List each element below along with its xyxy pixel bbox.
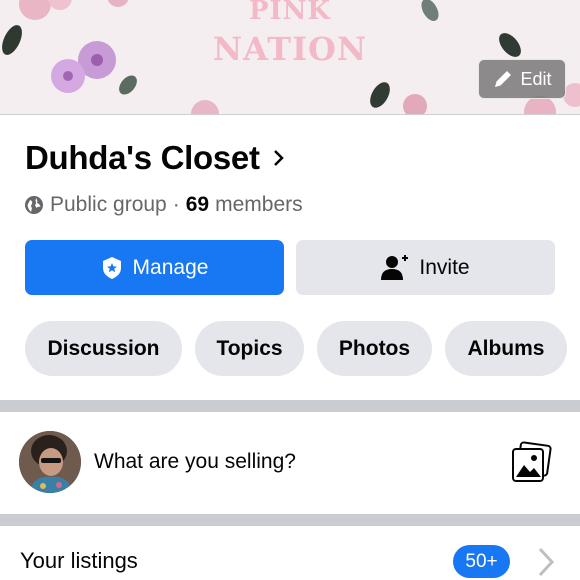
group-name: Duhda's Closet — [25, 139, 260, 176]
avatar[interactable] — [19, 431, 81, 493]
tab-albums[interactable]: Albums — [445, 321, 567, 376]
add-person-icon — [381, 254, 409, 280]
section-divider — [0, 514, 580, 526]
group-title[interactable]: Duhda's Closet — [25, 139, 286, 177]
manage-label: Manage — [132, 255, 209, 279]
cover-text-line2: NATION — [212, 30, 368, 68]
user-photo — [19, 431, 81, 493]
tab-discussion[interactable]: Discussion — [25, 321, 182, 376]
manage-button[interactable]: Manage — [25, 240, 284, 295]
group-cover-photo[interactable]: PINK NATION Edit — [0, 0, 580, 115]
tab-label: Topics — [216, 336, 283, 360]
tab-label: Albums — [467, 336, 545, 360]
tab-topics[interactable]: Topics — [195, 321, 304, 376]
tab-label: Photos — [338, 336, 411, 360]
section-divider — [0, 400, 580, 412]
invite-label: Invite — [419, 255, 470, 279]
members-label: members — [215, 193, 303, 216]
privacy-label: Public group — [50, 193, 167, 216]
your-listings-label[interactable]: Your listings — [20, 548, 138, 574]
tab-photos[interactable]: Photos — [317, 321, 432, 376]
group-meta: Public group · 69 members — [24, 193, 303, 217]
globe-icon — [25, 196, 43, 214]
edit-cover-label: Edit — [520, 68, 552, 89]
cover-text-line1: PINK — [248, 0, 332, 26]
member-count: 69 — [185, 193, 210, 216]
photo-icon[interactable] — [510, 441, 552, 483]
edit-cover-button[interactable]: Edit — [478, 59, 566, 99]
tab-label: Discussion — [47, 336, 160, 360]
meta-separator: · — [172, 193, 180, 216]
chevron-right-icon[interactable] — [536, 545, 556, 579]
pencil-icon — [495, 71, 512, 87]
chevron-right-icon — [273, 150, 284, 166]
listings-count-badge: 50+ — [453, 545, 510, 578]
invite-button[interactable]: Invite — [296, 240, 555, 295]
shield-star-icon — [102, 256, 121, 279]
composer-prompt[interactable]: What are you selling? — [94, 450, 296, 474]
